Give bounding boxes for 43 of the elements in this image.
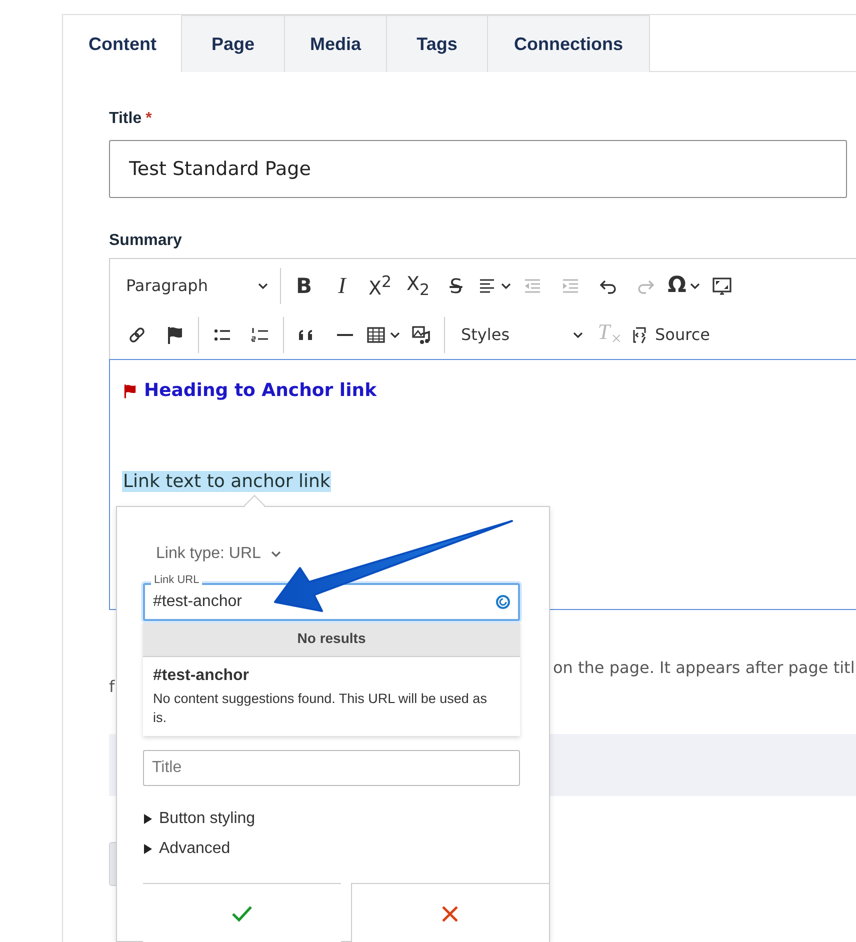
fullscreen-icon bbox=[712, 276, 732, 296]
toolbar-button[interactable]: I bbox=[323, 268, 361, 304]
link-icon bbox=[127, 324, 147, 344]
link-text: Link text to anchor link bbox=[122, 471, 332, 492]
toolbar-button[interactable]: Ω bbox=[665, 268, 703, 304]
heading-text: Heading to Anchor link bbox=[144, 380, 377, 401]
field-label: Title bbox=[109, 110, 142, 128]
caret-icon bbox=[501, 280, 511, 290]
caret-icon bbox=[270, 549, 281, 559]
results-header: No results bbox=[143, 621, 520, 657]
check-icon bbox=[230, 904, 253, 922]
tab[interactable]: Connections bbox=[487, 15, 650, 72]
description-text: on the page. It appears after page titl bbox=[553, 658, 855, 677]
field-label: Summary bbox=[109, 232, 182, 250]
description-text: f bbox=[109, 677, 116, 696]
title-input[interactable]: Title bbox=[143, 750, 520, 786]
source-button[interactable]: Source bbox=[629, 316, 712, 352]
required-mark: * bbox=[146, 110, 152, 128]
link-type-dropdown[interactable]: Link type: URL bbox=[143, 541, 294, 567]
toolbar-button[interactable]: B bbox=[285, 268, 323, 304]
title-input[interactable]: Test Standard Page bbox=[109, 140, 847, 198]
table-icon bbox=[366, 324, 386, 344]
dropdown[interactable]: Styles bbox=[453, 316, 591, 352]
flag-icon bbox=[165, 324, 185, 344]
toolbar-button[interactable]: X$_{2}$ bbox=[399, 268, 437, 304]
toolbar-button[interactable]: S bbox=[437, 268, 475, 304]
horizontal-line-icon bbox=[335, 332, 355, 336]
caret-icon bbox=[690, 280, 700, 290]
flag-icon bbox=[122, 382, 138, 398]
caret-icon bbox=[390, 330, 400, 340]
section-toggle[interactable]: Advanced bbox=[143, 840, 520, 858]
refresh-icon bbox=[496, 595, 510, 609]
toolbar-button[interactable]: X$^{2}$ bbox=[361, 268, 399, 304]
tab[interactable]: Media bbox=[284, 15, 387, 72]
close-icon bbox=[441, 904, 460, 922]
caret-icon bbox=[258, 280, 268, 290]
tab[interactable]: Page bbox=[181, 15, 285, 72]
suggestion-item[interactable]: #test-anchor No content suggestions found. This URL will be used as is. bbox=[143, 657, 520, 736]
image-music-icon bbox=[411, 324, 431, 344]
dropdown[interactable]: Paragraph bbox=[118, 268, 276, 304]
tab[interactable]: Tags bbox=[386, 15, 488, 72]
caret-icon bbox=[573, 330, 583, 340]
section-toggle[interactable]: Button styling bbox=[143, 810, 520, 828]
